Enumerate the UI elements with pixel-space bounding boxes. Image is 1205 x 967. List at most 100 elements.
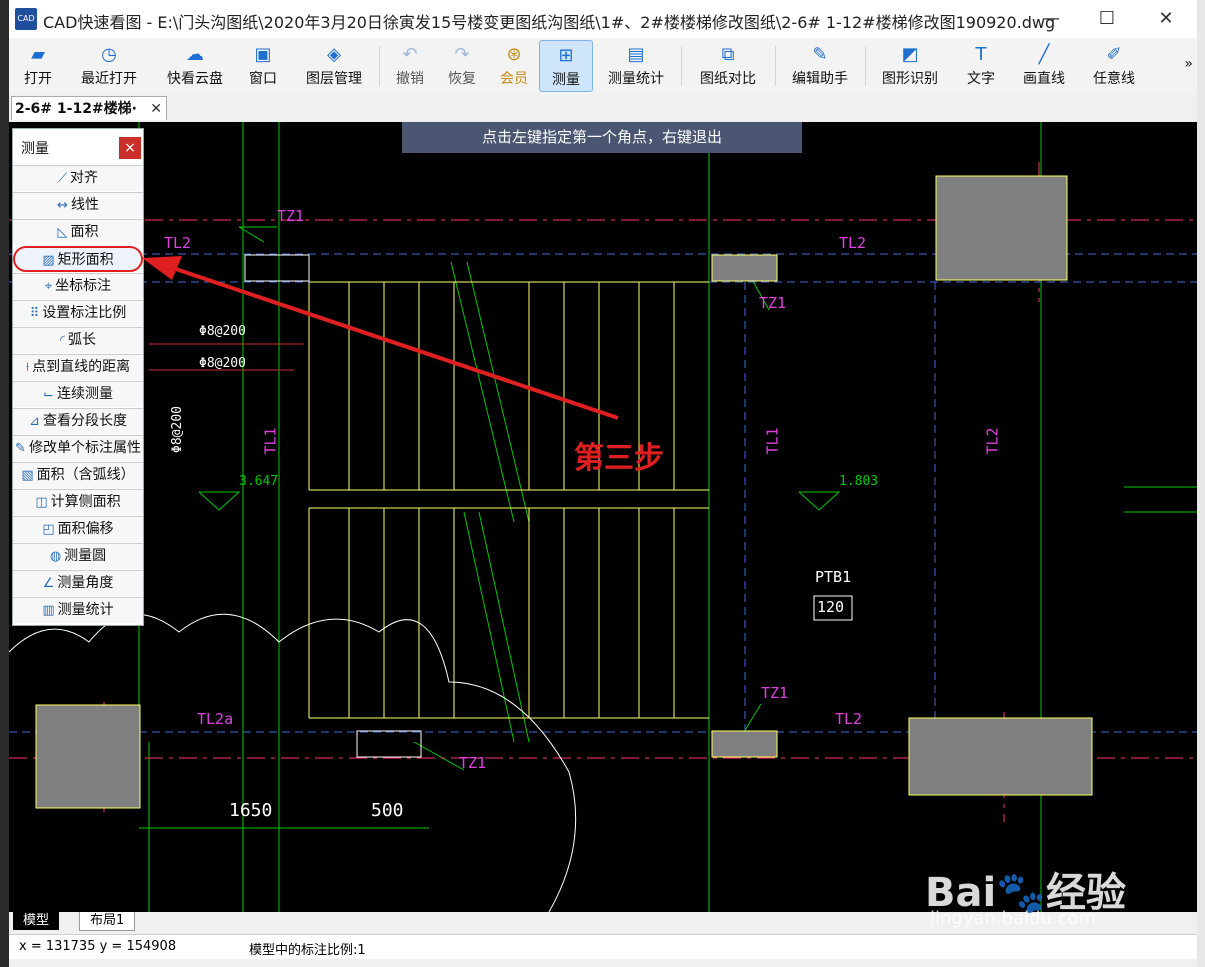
redo-button[interactable]: ↷ 恢复 [441, 40, 483, 90]
measure-circle-item[interactable]: ◍ 测量圆 [13, 543, 143, 569]
modify-icon: ✎ [15, 441, 26, 456]
side-area-icon: ◫ [35, 495, 48, 510]
line-icon: ╱ [1038, 44, 1050, 65]
tz1-label: TZ1 [759, 294, 787, 312]
measure-modify-item[interactable]: ✎ 修改单个标注属性 [13, 435, 143, 461]
measure-angle-item[interactable]: ∠ 测量角度 [13, 570, 143, 596]
compare-icon: ⧉ [721, 44, 735, 65]
continuous-icon: ⌙ [43, 387, 54, 402]
measure-item-label: 连续测量 [56, 386, 113, 402]
minimize-button[interactable]: — [1031, 6, 1071, 32]
app-logo-icon: CAD [15, 8, 37, 30]
measure-rect-area-item[interactable]: ▨ 矩形面积 [13, 246, 143, 272]
undo-icon: ↶ [402, 44, 418, 65]
align-icon: ⟋ [57, 171, 68, 186]
recognize-button[interactable]: ◩ 图形识别 [875, 40, 945, 90]
text-button[interactable]: T 文字 [959, 40, 1003, 90]
measure-align-item[interactable]: ⟋ 对齐 [13, 165, 143, 191]
measure-area-item[interactable]: ◺ 面积 [13, 219, 143, 245]
arc-icon: ◜ [59, 333, 66, 348]
layer-label: 图层管理 [306, 71, 362, 87]
measure-item-label: 矩形面积 [57, 252, 114, 268]
circle-icon: ◍ [49, 549, 62, 564]
undo-button[interactable]: ↶ 撤销 [389, 40, 431, 90]
measure-item-label: 点到直线的距离 [32, 359, 131, 375]
recent-open-button[interactable]: ◷ 最近打开 [73, 40, 145, 90]
coordinate-icon: ⌖ [44, 279, 53, 294]
measure-side-area-item[interactable]: ◫ 计算侧面积 [13, 489, 143, 515]
measure-item-label: 计算侧面积 [50, 494, 121, 510]
ruler-icon: ⊞ [558, 45, 574, 66]
draw-line-label: 画直线 [1023, 71, 1065, 87]
ptb1-label: PTB1 [815, 568, 852, 586]
drawing-labels: TZ1 TZ1 TZ1 TZ1 TL2 TL2 TL2 TL2a TL1 TL1… [9, 122, 1197, 912]
tl1-label: TL1 [763, 427, 782, 455]
recognize-label: 图形识别 [882, 71, 938, 87]
tz1-label: TZ1 [459, 754, 487, 772]
cloud-label: 快看云盘 [167, 71, 223, 87]
measure-item-label: 设置标注比例 [42, 305, 127, 321]
tab-model[interactable]: 模型 [13, 912, 60, 930]
cloud-drive-button[interactable]: ☁ 快看云盘 [159, 40, 231, 90]
tab-close-icon[interactable]: ✕ [150, 97, 162, 121]
measure-continuous-item[interactable]: ⌙ 连续测量 [13, 381, 143, 407]
measure-button[interactable]: ⊞ 测量 [539, 40, 593, 92]
tl1-label: TL1 [261, 427, 280, 455]
tl2-vertical-label: TL2 [983, 427, 1002, 455]
window-label: 窗口 [249, 71, 277, 87]
maximize-button[interactable]: ☐ [1087, 6, 1127, 32]
close-button[interactable]: ✕ [1146, 6, 1186, 32]
status-bar: x = 131735 y = 154908 模型中的标注比例:1 [9, 934, 1197, 959]
measure-scale-item[interactable]: ⠿ 设置标注比例 [13, 300, 143, 326]
measure-coordinate-item[interactable]: ⌖ 坐标标注 [13, 273, 143, 299]
open-button[interactable]: ▰ 打开 [15, 40, 61, 90]
panel-close-icon[interactable]: × [119, 137, 141, 159]
tz1-label: TZ1 [277, 207, 305, 225]
draw-line-button[interactable]: ╱ 画直线 [1015, 40, 1073, 90]
window-button[interactable]: ▣ 窗口 [241, 40, 285, 90]
vip-icon: ⊛ [506, 44, 522, 65]
measure-arc-item[interactable]: ◜ 弧长 [13, 327, 143, 353]
app-window: CAD CAD快速看图 - E:\门头沟图纸\2020年3月20日徐寅发15号楼… [9, 0, 1197, 967]
drawing-canvas[interactable]: TZ1 TZ1 TZ1 TZ1 TL2 TL2 TL2 TL2a TL1 TL1… [9, 122, 1197, 912]
measure-point-line-item[interactable]: ⟊ 点到直线的距离 [13, 354, 143, 380]
tl2a-label: TL2a [197, 710, 234, 728]
layer-manager-button[interactable]: ◈ 图层管理 [299, 40, 369, 90]
measure-stats-button[interactable]: ▤ 测量统计 [601, 40, 671, 90]
measure-arc-area-item[interactable]: ▧ 面积（含弧线） [13, 462, 143, 488]
measure-area-offset-item[interactable]: ◰ 面积偏移 [13, 516, 143, 542]
edit-assistant-button[interactable]: ✎ 编辑助手 [785, 40, 855, 90]
text-label: 文字 [967, 71, 995, 87]
measure-item-label: 查看分段长度 [42, 413, 127, 429]
measure-linear-item[interactable]: ↔ 线性 [13, 192, 143, 218]
rebar-vertical-label: Φ8@200 [169, 406, 185, 453]
measure-panel-header: 测量 × [13, 129, 143, 163]
measure-item-label: 测量圆 [64, 548, 107, 564]
vip-button[interactable]: ⊛ 会员 [493, 40, 535, 90]
undo-label: 撤销 [396, 71, 424, 87]
toolbar-separator [775, 46, 776, 86]
measure-item-label: 面积（含弧线） [36, 467, 135, 483]
main-toolbar: ▰ 打开 ◷ 最近打开 ☁ 快看云盘 ▣ 窗口 ◈ 图层管理 ↶ 撤销 ↷ 恢复 ⊛ 会员 ⊞ 测… [9, 38, 1197, 95]
point-line-icon: ⟊ [25, 360, 30, 375]
tl2-label: TL2 [839, 234, 867, 252]
measure-item-label: 测量角度 [57, 575, 114, 591]
cloud-icon: ☁ [186, 44, 204, 65]
measure-item-label: 面积 [70, 224, 99, 240]
measure-segment-item[interactable]: ⊿ 查看分段长度 [13, 408, 143, 434]
toolbar-separator [379, 46, 380, 86]
measure-stats-item[interactable]: ▥ 测量统计 [13, 597, 143, 623]
dimension-label: 1650 [229, 800, 273, 821]
measure-item-label: 弧长 [68, 332, 97, 348]
rebar-label: Φ8@200 [199, 356, 246, 371]
document-tab[interactable]: 2-6# 1-12#楼梯· ✕ [11, 96, 167, 120]
redo-label: 恢复 [448, 71, 476, 87]
compare-button[interactable]: ⧉ 图纸对比 [693, 40, 763, 90]
layers-icon: ◈ [327, 44, 341, 65]
rebar-label: Φ8@200 [199, 324, 246, 339]
measure-panel: 测量 × ⟋ 对齐 ↔ 线性 ◺ 面积 ▨ 矩形面积 ⌖ 坐标标注 ⠿ 设置标注比例 ◜ 弧长… [12, 128, 144, 626]
toolbar-more-button[interactable]: » [1184, 56, 1193, 72]
text-icon: T [975, 44, 987, 65]
freehand-button[interactable]: ✐ 任意线 [1085, 40, 1143, 90]
tab-layout1[interactable]: 布局1 [79, 912, 136, 931]
